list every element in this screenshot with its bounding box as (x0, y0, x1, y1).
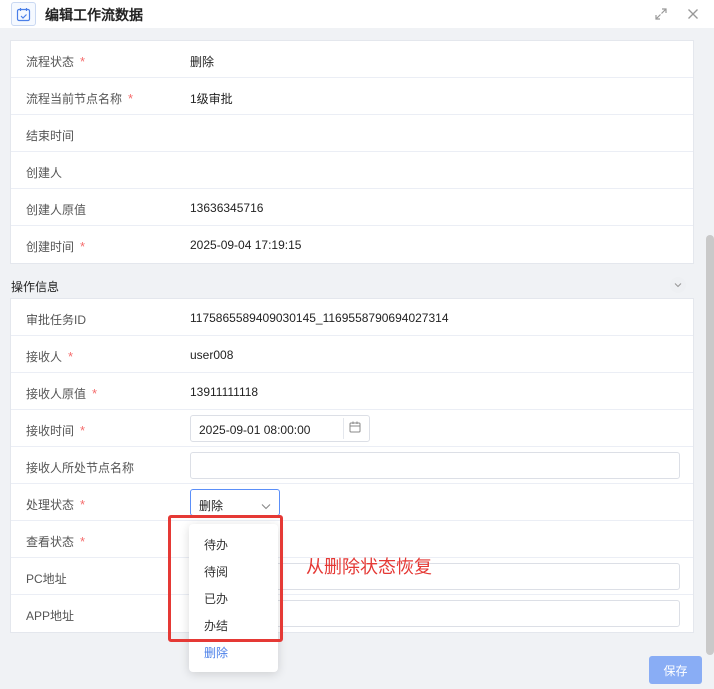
receive-time-row: 接收时间 * 2025-09-01 08:00:00 (11, 410, 693, 447)
process-status-row: 处理状态 * 删除 (11, 484, 693, 521)
process-status-select[interactable]: 删除 (190, 489, 280, 516)
receive-time-value: 2025-09-01 08:00:00 (199, 423, 311, 437)
field-label: 查看状态 * (26, 534, 86, 549)
creator-original-row: 创建人原值 13636345716 (11, 189, 693, 226)
field-label: 流程当前节点名称 * (26, 91, 134, 106)
create-time-value: 2025-09-04 17:19:15 (190, 238, 302, 252)
field-label: 接收人 * (26, 349, 74, 364)
field-label: 流程状态 * (26, 54, 86, 69)
receiver-original-value: 13911111118 (190, 385, 259, 399)
flow-status-value: 删除 (190, 55, 215, 69)
task-id-value: 1175865589409030145_1169558790694027314 (190, 311, 449, 325)
receiver-original-row: 接收人原值 * 13911111118 (11, 373, 693, 410)
dialog-title: 编辑工作流数据 (45, 7, 143, 23)
field-label: 接收人原值 * (26, 386, 98, 401)
field-label: 创建人原值 (26, 203, 87, 217)
calendar-icon[interactable] (349, 421, 361, 436)
flow-status-row: 流程状态 * 删除 (11, 41, 693, 78)
create-time-row: 创建时间 * 2025-09-04 17:19:15 (11, 226, 693, 263)
calendar-check-icon (11, 2, 36, 26)
task-id-row: 审批任务ID 1175865589409030145_1169558790694… (11, 299, 693, 336)
expand-icon[interactable] (652, 5, 670, 23)
field-label: 处理状态 * (26, 497, 86, 512)
current-node-row: 流程当前节点名称 * 1级审批 (11, 78, 693, 115)
highlight-box (168, 515, 283, 642)
creator-original-value: 13636345716 (190, 201, 264, 215)
field-label: 审批任务ID (26, 313, 87, 327)
scrollbar[interactable] (706, 235, 714, 655)
flow-info-card: 流程状态 * 删除 流程当前节点名称 * 1级审批 结束时间 创建人 创建人原值 1… (10, 40, 694, 264)
chevron-down-icon[interactable] (670, 277, 686, 293)
field-label: 创建人 (26, 166, 63, 180)
save-button[interactable]: 保存 (649, 656, 702, 684)
dropdown-option-deleted[interactable]: 删除 (204, 644, 228, 661)
current-node-value: 1级审批 (190, 92, 233, 106)
receiver-node-input[interactable] (190, 452, 680, 479)
dialog-header: 编辑工作流数据 (0, 0, 714, 28)
field-label: APP地址 (26, 609, 75, 623)
process-status-value: 删除 (199, 499, 224, 513)
receiver-node-row: 接收人所处节点名称 (11, 447, 693, 484)
close-icon[interactable] (684, 5, 702, 23)
section-title: 操作信息 (11, 280, 60, 294)
receive-time-picker[interactable]: 2025-09-01 08:00:00 (190, 415, 370, 442)
field-label: PC地址 (26, 572, 67, 586)
end-time-row: 结束时间 (11, 115, 693, 152)
chevron-down-icon (261, 499, 271, 513)
field-label: 接收人所处节点名称 (26, 461, 135, 475)
receiver-value: user008 (190, 348, 234, 362)
creator-row: 创建人 (11, 152, 693, 189)
field-label: 接收时间 * (26, 423, 86, 438)
app-url-row: APP地址 (11, 595, 693, 632)
receiver-row: 接收人 * user008 (11, 336, 693, 373)
field-label: 创建时间 * (26, 239, 86, 254)
field-label: 结束时间 (26, 129, 75, 143)
annotation-text: 从删除状态恢复 (306, 557, 432, 577)
operation-info-card: 审批任务ID 1175865589409030145_1169558790694… (10, 298, 694, 633)
